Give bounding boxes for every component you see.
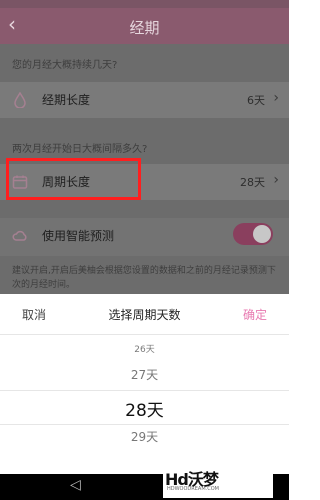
drop-icon [14, 92, 26, 108]
page-title: 经期 [129, 19, 160, 37]
app-header: ‹ 经期 [0, 8, 289, 44]
period-length-value: 6天 [247, 94, 265, 107]
period-question-label: 您的月经大概持续几天? [12, 60, 118, 71]
toggle-knob [253, 225, 271, 243]
watermark: Hd沃梦 HDWOODREAM.COM [163, 464, 273, 498]
cloud-icon [12, 230, 27, 241]
picker-option-selected[interactable]: 28天 [0, 396, 289, 421]
smart-predict-row: 使用智能预测 [0, 218, 289, 256]
selection-divider [0, 424, 289, 425]
hint-text: 建议开启,开启后美柚会根据您设置的数据和之前的月经记录预测下次的月经时间。 [12, 266, 276, 290]
cycle-question-label: 两次月经开始日大概间隔多久? [12, 144, 148, 155]
days-picker: 取消 选择周期天数 确定 26天 27天 28天 29天 [0, 294, 289, 474]
picker-option[interactable]: 27天 [0, 366, 289, 383]
chevron-right-icon: › [273, 90, 279, 106]
status-bar: ​ [0, 0, 289, 8]
period-length-label: 经期长度 [42, 93, 91, 107]
nav-back-icon[interactable]: ◁ [70, 477, 81, 493]
smart-predict-toggle[interactable] [233, 223, 273, 245]
highlight-box [6, 158, 141, 200]
confirm-button[interactable]: 确定 [243, 306, 267, 323]
picker-option[interactable]: 26天 [0, 342, 289, 355]
selection-divider [0, 390, 289, 391]
watermark-sub: HDWOODREAM.COM [167, 486, 219, 492]
picker-header: 取消 选择周期天数 确定 [0, 294, 289, 335]
smart-predict-label: 使用智能预测 [42, 229, 115, 243]
chevron-right-icon: › [273, 172, 279, 188]
cycle-length-value: 28天 [240, 176, 265, 189]
picker-option[interactable]: 29天 [0, 428, 289, 445]
period-length-row[interactable]: 经期长度 6天 › [0, 82, 289, 118]
